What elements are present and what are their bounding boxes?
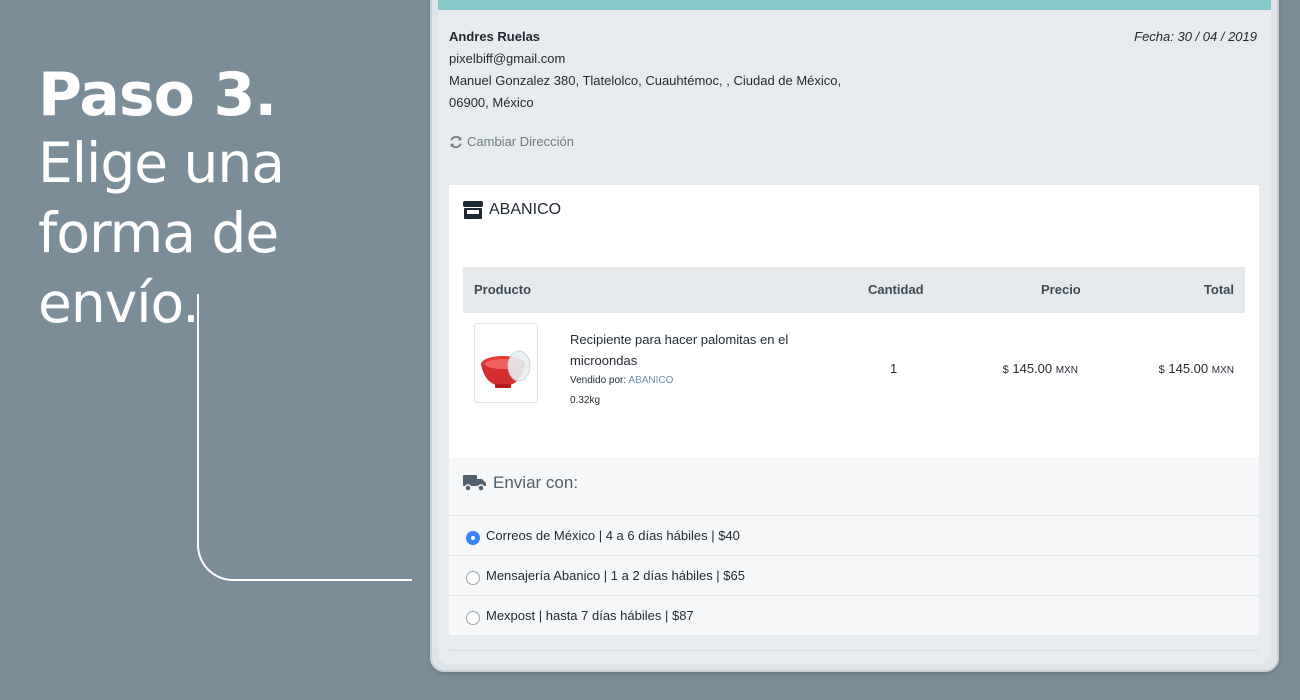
radio-unselected[interactable] — [466, 610, 480, 625]
product-image[interactable] — [474, 323, 538, 403]
shipping-title-label: Enviar con: — [493, 473, 579, 492]
product-details: Recipiente para hacer palomitas en el mi… — [570, 329, 820, 411]
radio-unselected[interactable] — [466, 570, 480, 585]
divider — [449, 650, 1259, 651]
shipping-option-label: Mensajería Abanico | 1 a 2 días hábiles … — [486, 568, 745, 583]
shipping-section: Enviar con: Correos de México | 4 a 6 dí… — [449, 457, 1259, 635]
shipping-option-mensajeria[interactable]: Mensajería Abanico | 1 a 2 días hábiles … — [449, 555, 1259, 595]
col-total: Total — [1203, 282, 1234, 297]
connector-line — [197, 294, 412, 581]
truck-icon — [463, 475, 486, 492]
product-price: $ 145.00 MXN — [1002, 361, 1078, 376]
product-total: $ 145.00 MXN — [1158, 361, 1234, 376]
change-address-link[interactable]: Cambiar Dirección — [449, 134, 574, 149]
col-price: Precio — [1041, 282, 1081, 297]
store-name: ABANICO — [489, 201, 562, 218]
store-icon — [463, 201, 483, 219]
shipping-option-mexpost[interactable]: Mexpost | hasta 7 días hábiles | $87 — [449, 595, 1259, 635]
radio-selected[interactable] — [466, 530, 480, 545]
store-header: ABANICO — [463, 201, 561, 219]
customer-name: Andres Ruelas — [449, 29, 541, 44]
col-product: Producto — [474, 282, 532, 297]
customer-address-line2: 06900, México — [449, 95, 534, 110]
table-header: Producto Cantidad Precio Total — [463, 267, 1245, 313]
shipping-option-label: Correos de México | 4 a 6 días hábiles |… — [486, 528, 740, 543]
accent-bar — [438, 0, 1271, 10]
order-date: Fecha: 30 / 04 / 2019 — [1134, 29, 1257, 44]
device-frame: Andres Ruelas pixelbiff@gmail.com Manuel… — [430, 0, 1279, 672]
product-seller: Vendido por: ABANICO — [570, 371, 820, 391]
step-title: Paso 3. — [38, 60, 277, 130]
product-quantity: 1 — [890, 361, 898, 376]
order-card: ABANICO Producto Cantidad Precio Total R… — [449, 185, 1259, 635]
col-quantity: Cantidad — [868, 282, 924, 297]
shipping-option-label: Mexpost | hasta 7 días hábiles | $87 — [486, 608, 694, 623]
product-weight: 0.32kg — [570, 395, 601, 406]
customer-address-line1: Manuel Gonzalez 380, Tlatelolco, Cuauhté… — [449, 73, 842, 88]
customer-email: pixelbiff@gmail.com — [449, 51, 566, 66]
refresh-icon — [450, 135, 462, 148]
sold-by-label: Vendido por: — [570, 375, 627, 386]
checkout-screen: Andres Ruelas pixelbiff@gmail.com Manuel… — [438, 0, 1271, 664]
product-name[interactable]: Recipiente para hacer palomitas en el mi… — [570, 329, 820, 371]
table-row: Recipiente para hacer palomitas en el mi… — [463, 323, 1245, 406]
customer-info: Andres Ruelas pixelbiff@gmail.com Manuel… — [449, 26, 841, 114]
change-address-label: Cambiar Dirección — [467, 134, 574, 149]
shipping-title: Enviar con: — [463, 473, 578, 493]
seller-link[interactable]: ABANICO — [628, 375, 673, 386]
shipping-option-correos[interactable]: Correos de México | 4 a 6 días hábiles |… — [449, 515, 1259, 555]
